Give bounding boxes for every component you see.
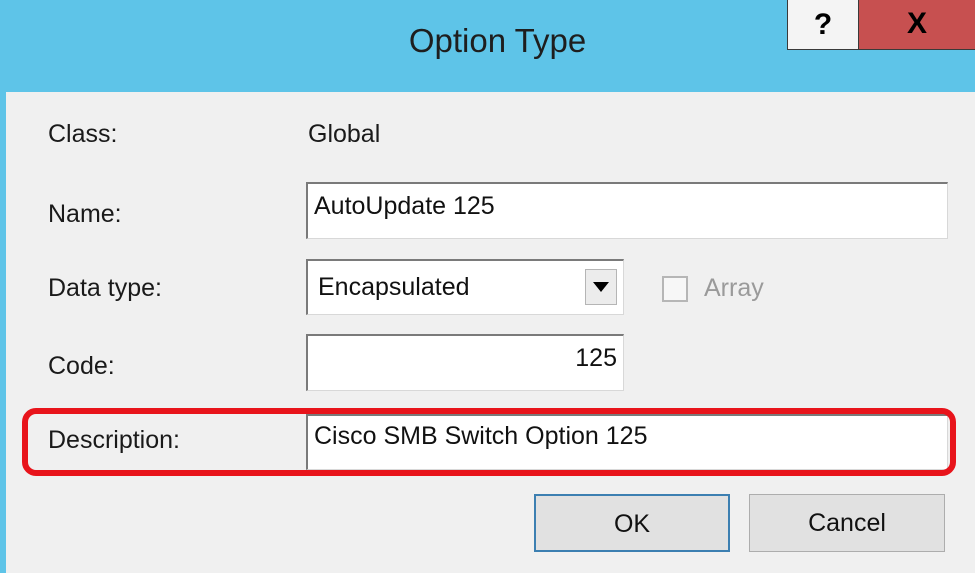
class-label: Class: xyxy=(48,120,118,148)
description-field[interactable]: Cisco SMB Switch Option 125 xyxy=(306,414,948,470)
array-checkbox-label: Array xyxy=(704,274,764,302)
cancel-button[interactable]: Cancel xyxy=(749,494,945,552)
datatype-label: Data type: xyxy=(48,274,162,302)
description-label: Description: xyxy=(48,426,180,454)
title-bar[interactable]: Option Type ? X xyxy=(0,0,975,92)
close-button[interactable]: X xyxy=(859,0,975,50)
class-value: Global xyxy=(308,120,381,148)
datatype-dropdown-button[interactable] xyxy=(585,269,617,305)
name-field-value: AutoUpdate 125 xyxy=(314,192,495,220)
code-field-value: 125 xyxy=(575,344,617,372)
chevron-down-icon xyxy=(593,282,609,292)
option-type-dialog: Option Type ? X Class: Global Name: Auto… xyxy=(0,0,975,573)
name-label: Name: xyxy=(48,200,122,228)
ok-button[interactable]: OK xyxy=(534,494,730,552)
description-field-value: Cisco SMB Switch Option 125 xyxy=(314,422,648,450)
array-checkbox[interactable] xyxy=(662,276,688,302)
code-label: Code: xyxy=(48,352,115,380)
datatype-selected-value: Encapsulated xyxy=(318,273,470,301)
help-button[interactable]: ? xyxy=(787,0,859,50)
window-frame-left xyxy=(0,0,6,573)
datatype-select[interactable]: Encapsulated xyxy=(306,259,624,315)
name-field[interactable]: AutoUpdate 125 xyxy=(306,182,948,239)
code-field[interactable]: 125 xyxy=(306,334,624,391)
